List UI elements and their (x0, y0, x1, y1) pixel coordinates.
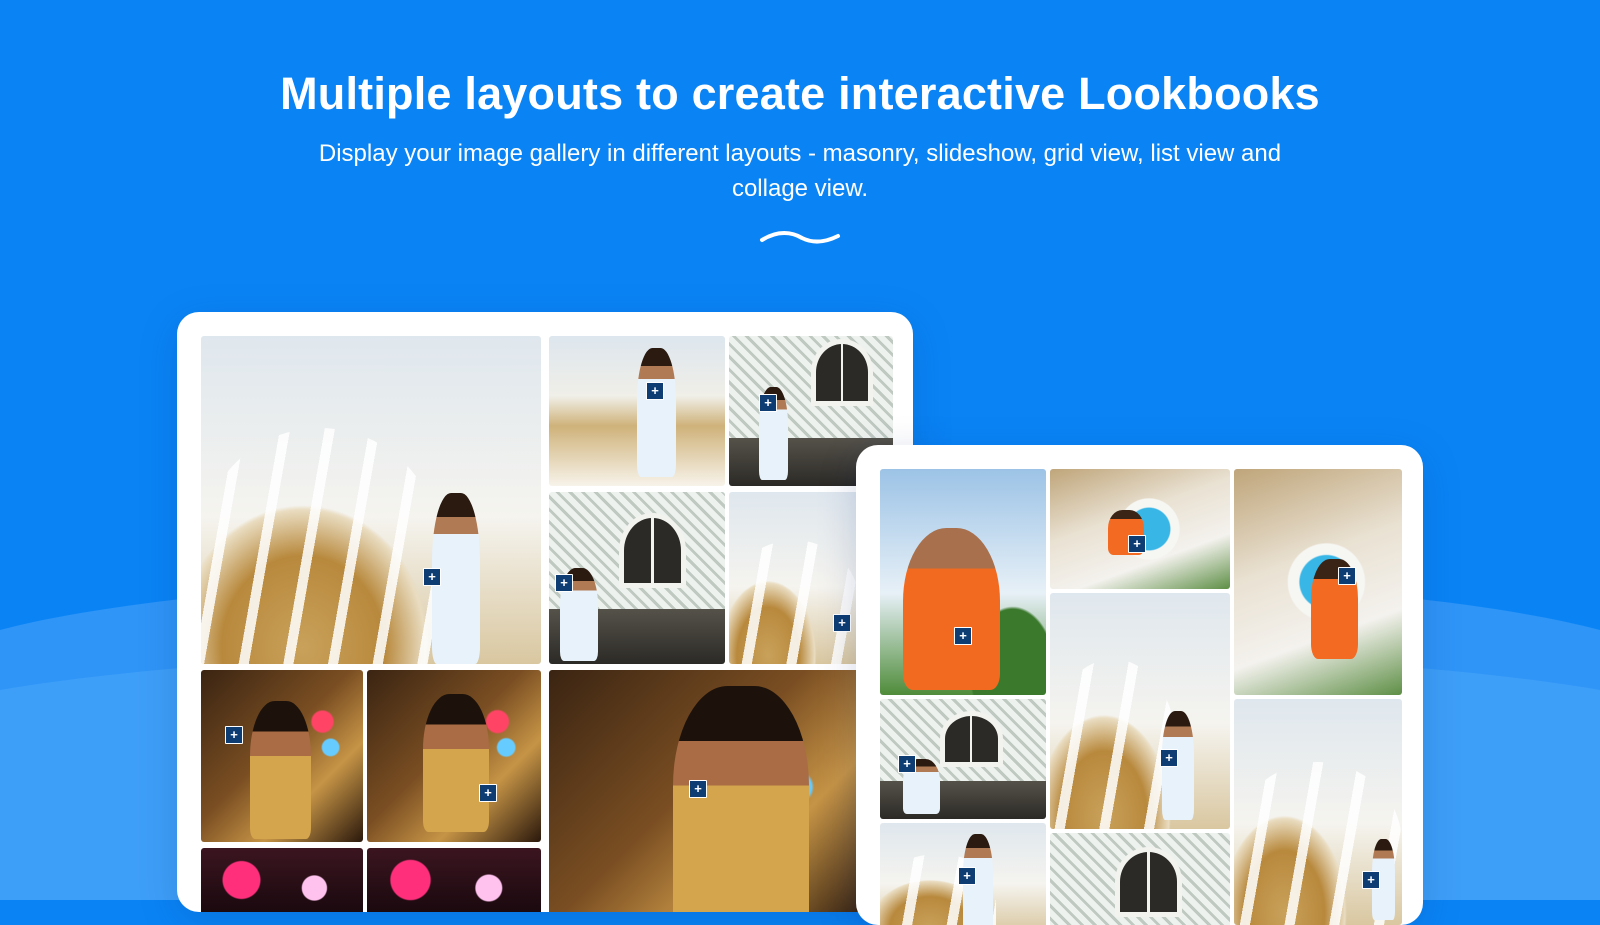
hotspot-plus-icon[interactable]: + (1160, 749, 1178, 767)
gallery-tile[interactable] (367, 848, 541, 912)
squiggle-divider-icon (760, 231, 840, 244)
hotspot-plus-icon[interactable]: + (954, 627, 972, 645)
gallery-tile[interactable]: + (729, 492, 859, 664)
photo-dome (729, 540, 859, 664)
hotspot-plus-icon[interactable]: + (958, 867, 976, 885)
hotspot-plus-icon[interactable]: + (1338, 567, 1356, 585)
gallery-tile[interactable]: + (1234, 699, 1402, 925)
photo-model (673, 685, 810, 912)
hotspot-plus-icon[interactable]: + (479, 784, 497, 802)
photo-model (422, 694, 489, 832)
gallery-tile[interactable]: + (1050, 469, 1230, 589)
hotspot-plus-icon[interactable]: + (898, 755, 916, 773)
hotspot-plus-icon[interactable]: + (833, 614, 851, 632)
photo-model (637, 348, 676, 477)
gallery-tile[interactable]: + (201, 670, 363, 842)
hotspot-plus-icon[interactable]: + (555, 574, 573, 592)
collage-layout-card: + + + + + + + (856, 445, 1423, 925)
hotspot-plus-icon[interactable]: + (646, 382, 664, 400)
photo-dome (1050, 659, 1176, 829)
photo-model (249, 700, 312, 839)
page-title: Multiple layouts to create interactive L… (280, 68, 1320, 119)
gallery-tile[interactable] (1050, 833, 1230, 925)
gallery-tile[interactable]: + (367, 670, 541, 842)
hotspot-plus-icon[interactable]: + (1362, 871, 1380, 889)
hotspot-plus-icon[interactable]: + (423, 568, 441, 586)
hotspot-plus-icon[interactable]: + (225, 726, 243, 744)
gallery-tile[interactable]: + (1234, 469, 1402, 695)
gallery-tile[interactable]: + (880, 823, 1046, 925)
photo-model (903, 527, 1000, 691)
hotspot-plus-icon[interactable]: + (689, 780, 707, 798)
gallery-tile[interactable]: + (1050, 593, 1230, 829)
gallery-tile[interactable]: + (549, 336, 725, 486)
photo-window (811, 339, 874, 406)
hotspot-plus-icon[interactable]: + (759, 394, 777, 412)
gallery-tile[interactable]: + (880, 469, 1046, 695)
photo-window (1114, 847, 1183, 917)
gallery-tile[interactable] (201, 848, 363, 912)
gallery-tile[interactable]: + (201, 336, 541, 664)
gallery-tile[interactable]: + (549, 670, 859, 912)
photo-window (619, 512, 686, 588)
photo-window (939, 711, 1003, 767)
hotspot-plus-icon[interactable]: + (1128, 535, 1146, 553)
gallery-tile[interactable]: + (880, 699, 1046, 819)
masonry-layout-card: + + + + + + + + (177, 312, 913, 912)
photo-dome (201, 427, 439, 664)
page-subtitle: Display your image gallery in different … (318, 140, 1282, 202)
gallery-tile[interactable]: + (549, 492, 725, 664)
